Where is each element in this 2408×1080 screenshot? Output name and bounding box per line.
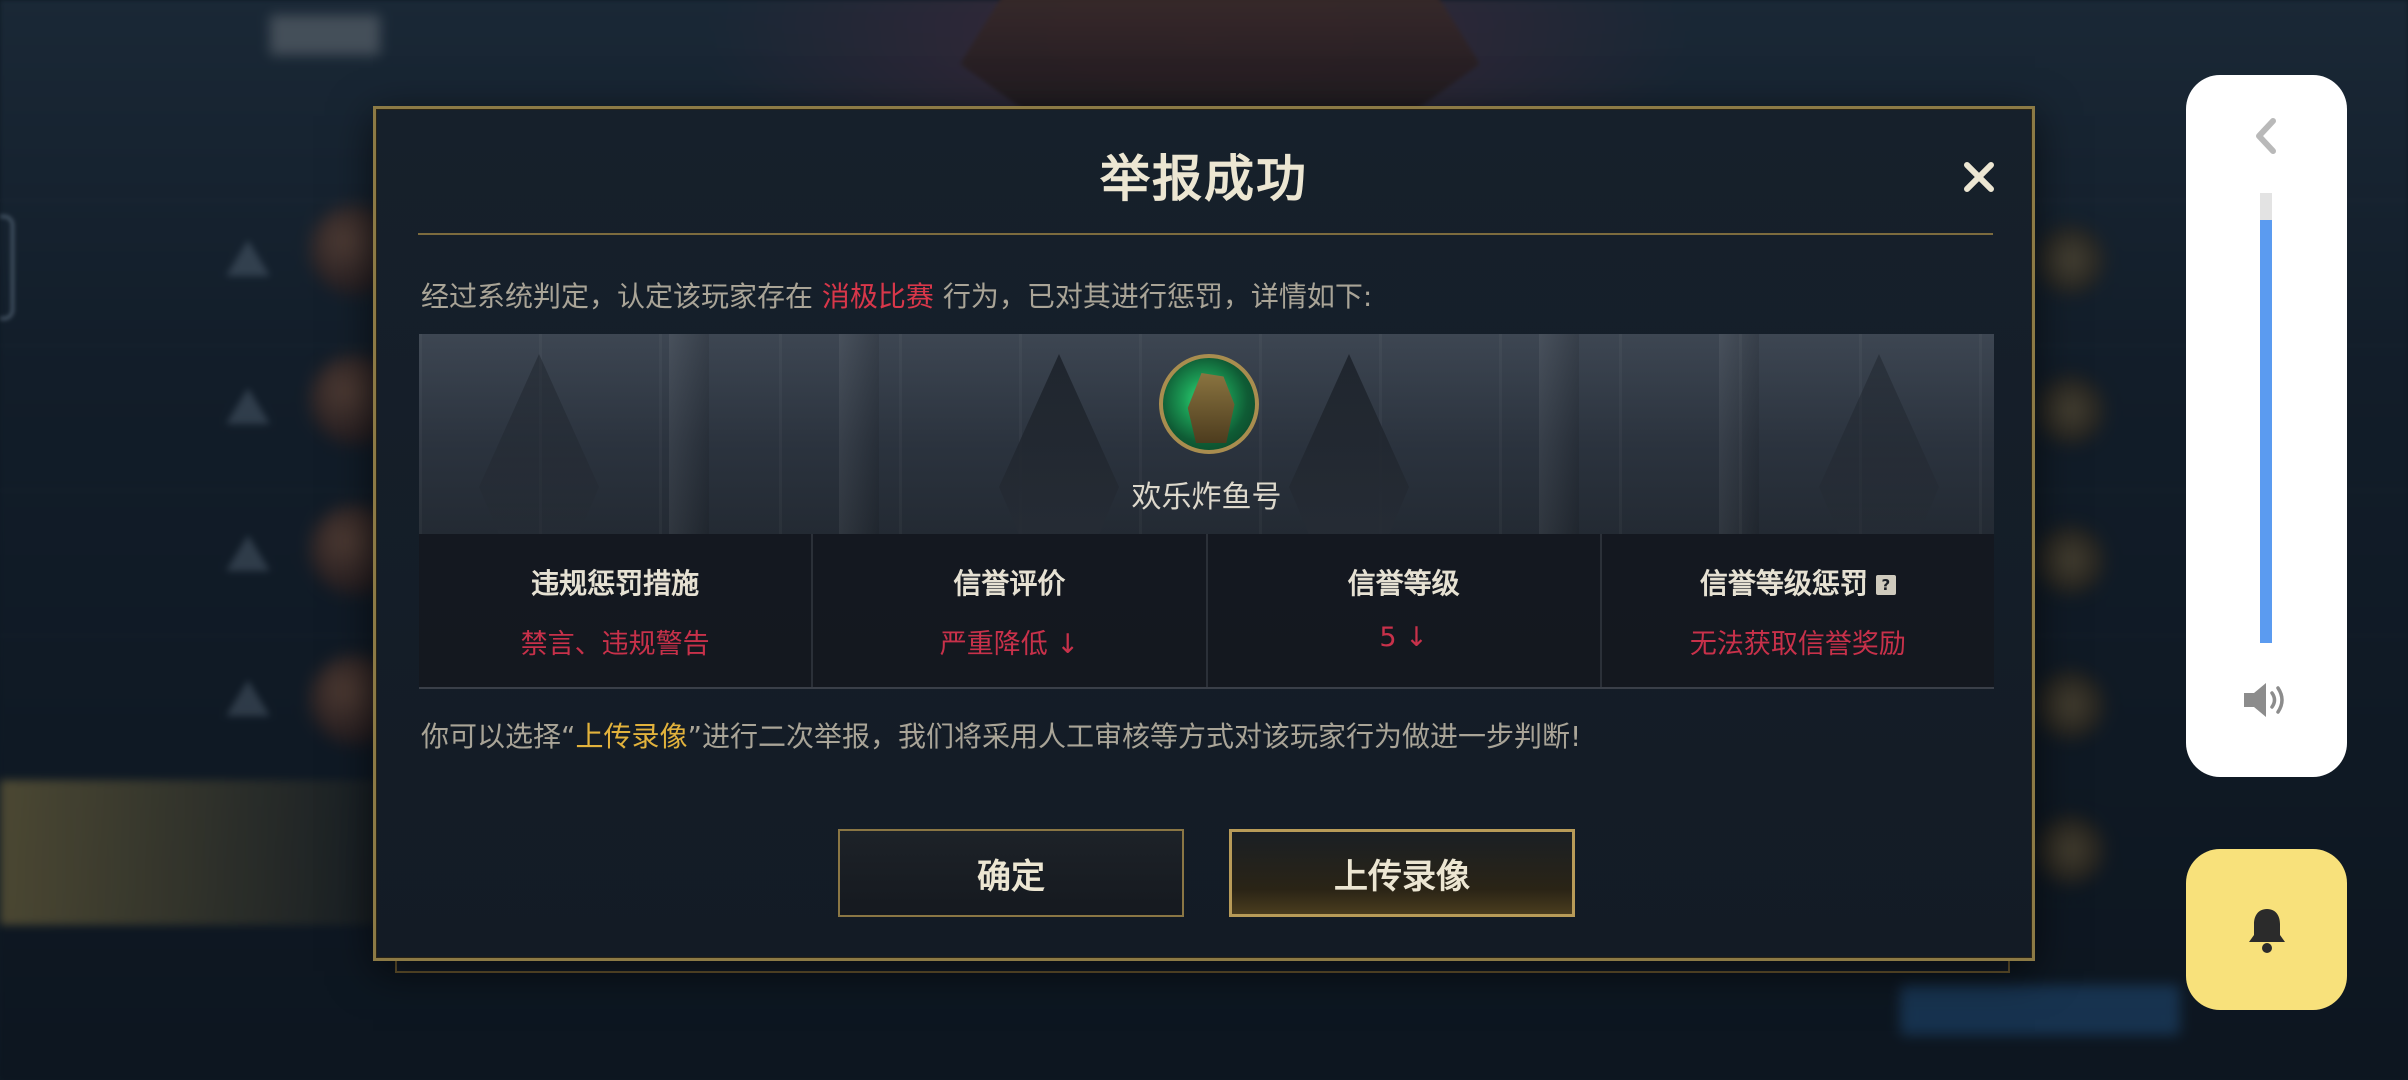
player-avatar — [1159, 354, 1259, 454]
background-badge — [2035, 525, 2105, 595]
confirm-button[interactable]: 确定 — [838, 829, 1184, 917]
title-divider — [418, 233, 1993, 235]
player-name: 欢乐炸鱼号 — [1131, 480, 1282, 515]
penalty-label: 违规惩罚措施 — [531, 567, 700, 600]
penalty-value: 无法获取信誉奖励 — [1689, 629, 1906, 660]
penalty-value: 严重降低 ↓ — [939, 629, 1079, 660]
volume-panel — [2186, 75, 2347, 777]
notification-button[interactable] — [2186, 849, 2347, 1010]
dialog-title: 举报成功 — [1100, 150, 1308, 208]
background-badge — [2035, 815, 2105, 885]
penalty-column: 违规惩罚措施 禁言、违规警告 — [419, 534, 814, 687]
appeal-note: 你可以选择“上传录像”进行二次举报，我们将采用人工审核等方式对该玩家行为做进一步… — [421, 715, 1581, 755]
bell-icon — [2248, 908, 2285, 953]
volume-slider-fill — [2260, 220, 2272, 643]
penalty-column: 信誉评价 严重降低 ↓ — [813, 534, 1208, 687]
note-prefix: 你可以选择“ — [421, 720, 576, 753]
help-icon[interactable]: ? — [1875, 575, 1896, 595]
penalty-label-with-help: 信誉等级惩罚? — [1602, 562, 1994, 602]
background-scoreboard-emblem — [960, 0, 1480, 120]
penalty-value: 5 ↓ — [1379, 622, 1428, 653]
background-bottom-button — [1900, 985, 2180, 1035]
background-rank-icon — [226, 535, 270, 571]
upload-replay-button[interactable]: 上传录像 — [1229, 829, 1575, 917]
penalty-table: 违规惩罚措施 禁言、违规警告 信誉评价 严重降低 ↓ 信誉等级 5 ↓ 信誉等级… — [419, 534, 1994, 689]
background-highlighted-row — [0, 780, 380, 925]
close-button[interactable] — [1951, 149, 2007, 205]
chevron-left-icon — [2256, 118, 2276, 154]
close-icon — [1964, 162, 1994, 192]
penalty-value: 禁言、违规警告 — [520, 629, 710, 660]
player-banner: 欢乐炸鱼号 — [419, 334, 1994, 534]
background-badge — [2035, 375, 2105, 445]
verdict-text: 经过系统判定，认定该玩家存在 消极比赛 行为，已对其进行惩罚，详情如下: — [421, 275, 1372, 315]
background-rank-icon — [226, 680, 270, 716]
background-rank-icon — [226, 388, 270, 424]
penalty-label: 信誉等级 — [1347, 567, 1460, 600]
penalty-column: 信誉等级惩罚? 无法获取信誉奖励 — [1602, 534, 1994, 687]
background-rank-icon — [226, 240, 270, 276]
background-badge — [2035, 225, 2105, 295]
report-success-dialog: 举报成功 经过系统判定，认定该玩家存在 消极比赛 行为，已对其进行惩罚，详情如下… — [373, 106, 2035, 961]
violation-type: 消极比赛 — [821, 280, 934, 313]
background-title-blur — [270, 15, 380, 55]
penalty-column: 信誉等级 5 ↓ — [1208, 534, 1602, 687]
background-badge — [2035, 670, 2105, 740]
note-suffix: ”进行二次举报，我们将采用人工审核等方式对该玩家行为做进一步判断! — [687, 720, 1582, 753]
speaker-icon — [2244, 683, 2284, 717]
note-highlight: 上传录像 — [575, 720, 688, 753]
penalty-label: 信誉评价 — [953, 567, 1066, 600]
mute-toggle[interactable] — [2238, 675, 2294, 725]
verdict-prefix: 经过系统判定，认定该玩家存在 — [421, 280, 822, 313]
verdict-suffix: 行为，已对其进行惩罚，详情如下: — [933, 280, 1373, 313]
penalty-label: 信誉等级惩罚 — [1699, 567, 1868, 600]
collapse-button[interactable] — [2248, 111, 2284, 161]
volume-slider[interactable] — [2260, 193, 2272, 643]
